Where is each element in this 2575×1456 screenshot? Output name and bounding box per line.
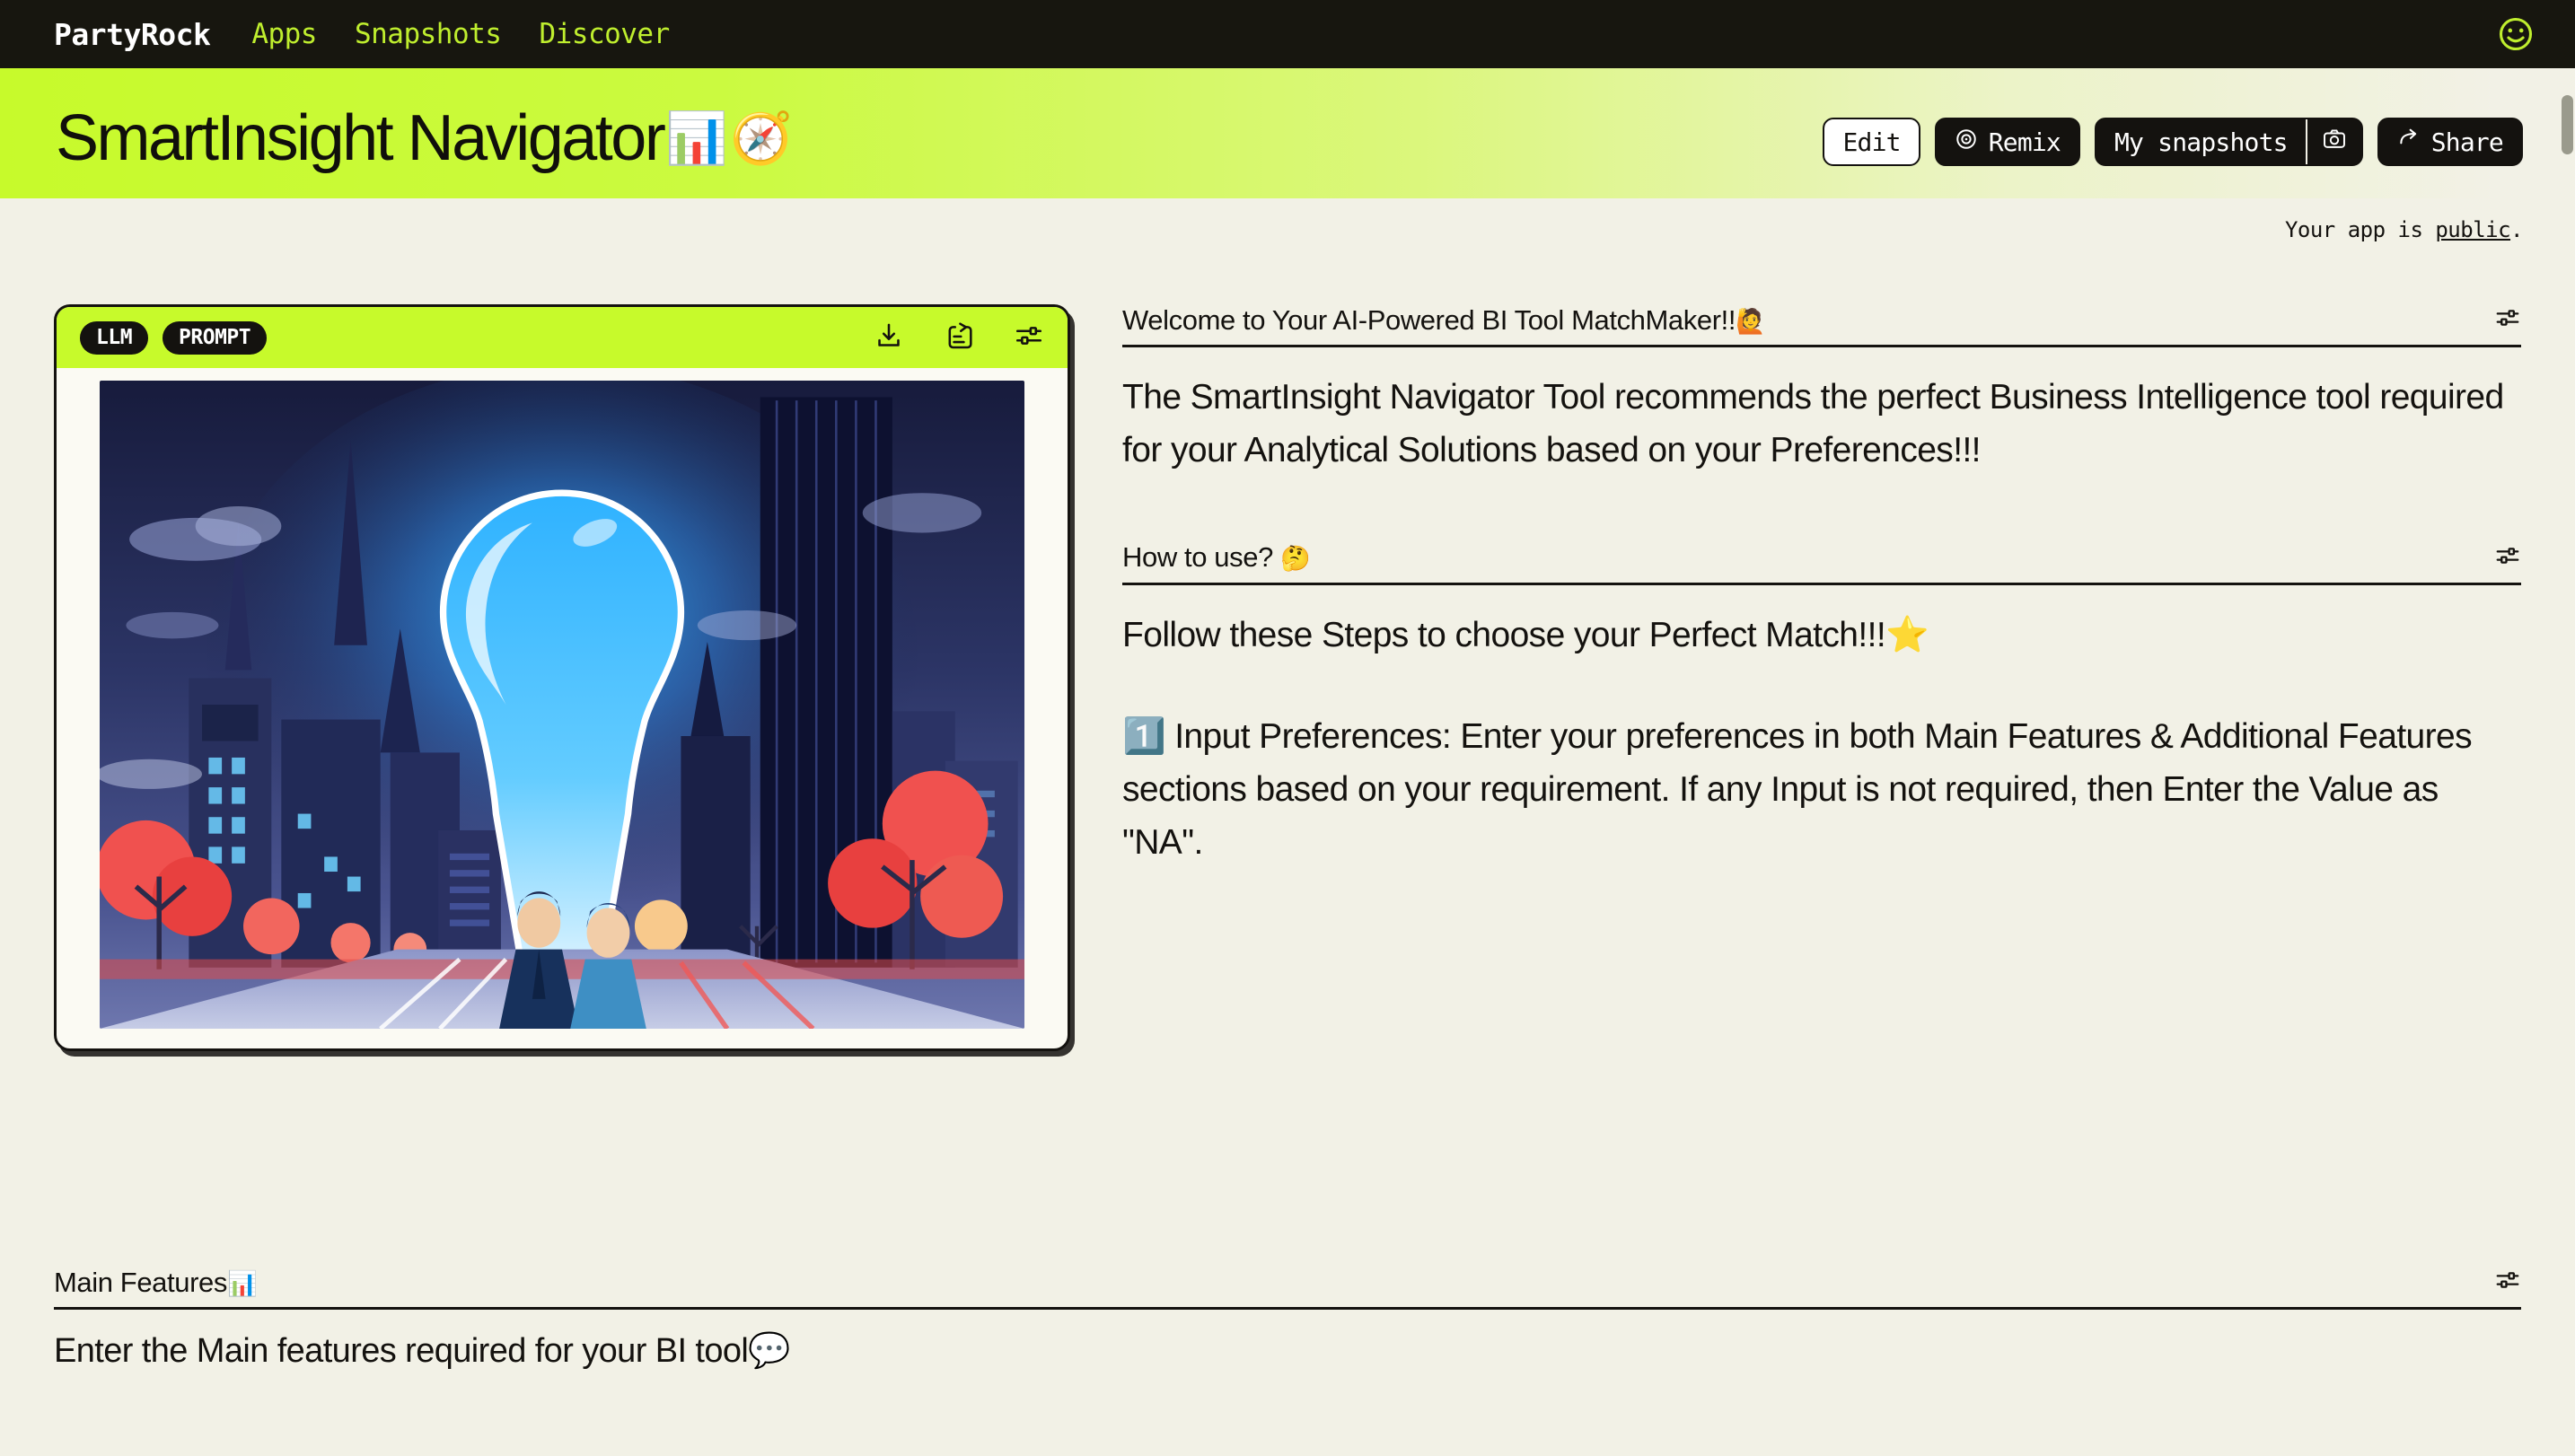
header-actions: Edit Remix My snapshots Share (1823, 118, 2523, 166)
generated-image[interactable] (100, 381, 1024, 1029)
my-snapshots-button[interactable]: My snapshots (2096, 119, 2306, 164)
image-widget-body (57, 368, 1068, 1048)
take-snapshot-button[interactable] (2305, 119, 2361, 164)
main-features-section: Main Features📊 Enter the Main features r… (54, 1267, 2521, 1371)
smiley-face-icon[interactable] (2496, 14, 2535, 54)
section-howto-body: Follow these Steps to choose your Perfec… (1122, 585, 2521, 870)
section-welcome-paragraph: The SmartInsight Navigator Tool recommen… (1122, 378, 2504, 470)
main-features-subtitle: Enter the Main features required for you… (54, 1310, 2521, 1371)
remix-target-icon (1955, 127, 1978, 157)
raising-hand-icon: 🙋 (1736, 307, 1766, 335)
main-features-header: Main Features📊 (54, 1267, 2521, 1310)
share-button[interactable]: Share (2377, 118, 2523, 166)
remix-button-label: Remix (1988, 127, 2061, 157)
section-welcome: Welcome to Your AI-Powered BI Tool Match… (1122, 304, 2521, 478)
section-welcome-header: Welcome to Your AI-Powered BI Tool Match… (1122, 304, 2521, 347)
sliders-settings-icon[interactable] (2494, 542, 2521, 574)
speech-balloon-icon: 💬 (748, 1332, 790, 1370)
image-widget-header: LLM PROMPT (57, 307, 1068, 368)
section-howto-title: How to use? 🤔 (1122, 541, 1311, 574)
prompt-badge: PROMPT (163, 320, 268, 355)
main-features-title: Main Features📊 (54, 1266, 258, 1298)
camera-icon (2322, 127, 2347, 158)
compass-icon: 🧭 (730, 110, 793, 166)
share-button-label: Share (2430, 127, 2504, 157)
right-column: Welcome to Your AI-Powered BI Tool Match… (1122, 304, 2521, 1051)
my-snapshots-label: My snapshots (2114, 127, 2289, 157)
section-howto-header: How to use? 🤔 (1122, 542, 2521, 585)
remix-button[interactable]: Remix (1934, 118, 2080, 166)
main-features-title-text: Main Features (54, 1266, 227, 1298)
snapshots-button-group: My snapshots (2095, 118, 2363, 166)
brand-logo[interactable]: PartyRock (54, 17, 211, 52)
page-scrollbar[interactable] (2559, 68, 2575, 1456)
left-column: LLM PROMPT (54, 304, 1070, 1051)
page-title-text: SmartInsight Navigator (56, 102, 666, 174)
nav-link-apps[interactable]: Apps (251, 18, 317, 50)
section-howto-paragraph-2: 1️⃣ Input Preferences: Enter your prefer… (1122, 716, 2473, 863)
section-welcome-title: Welcome to Your AI-Powered BI Tool Match… (1122, 303, 1766, 336)
send-to-prompt-icon[interactable] (944, 320, 974, 355)
edit-button-label: Edit (1842, 127, 1901, 157)
sliders-settings-icon[interactable] (1014, 320, 1044, 355)
share-arrow-icon (2397, 127, 2421, 157)
image-widget-card: LLM PROMPT (54, 304, 1070, 1051)
sliders-settings-icon[interactable] (2494, 1267, 2521, 1298)
sliders-settings-icon[interactable] (2494, 304, 2521, 336)
section-howto: How to use? 🤔 Follow these Steps to choo… (1122, 542, 2521, 870)
section-welcome-body: The SmartInsight Navigator Tool recommen… (1122, 347, 2521, 478)
bar-chart-icon: 📊 (226, 1269, 258, 1297)
section-howto-paragraph-1: Follow these Steps to choose your Perfec… (1122, 615, 1929, 654)
two-column-layout: LLM PROMPT Welcome to Your AI-Powered BI… (54, 198, 2521, 1051)
bar-chart-icon: 📊 (665, 110, 729, 166)
edit-button[interactable]: Edit (1823, 118, 1920, 166)
page-title: SmartInsight Navigator 📊 🧭 (56, 101, 793, 175)
nav-link-discover[interactable]: Discover (539, 18, 670, 50)
section-howto-title-text: How to use? (1122, 541, 1281, 574)
top-navigation-bar: PartyRock Apps Snapshots Discover (0, 0, 2575, 68)
thinking-face-icon: 🤔 (1280, 545, 1311, 573)
download-icon[interactable] (874, 320, 904, 355)
nav-link-snapshots[interactable]: Snapshots (355, 18, 502, 50)
scrollbar-thumb[interactable] (2562, 95, 2573, 154)
main-features-subtitle-text: Enter the Main features required for you… (54, 1332, 749, 1370)
llm-badge: LLM (80, 320, 149, 355)
app-header-band: SmartInsight Navigator 📊 🧭 Edit Remix My s… (0, 68, 2575, 242)
app-body: LLM PROMPT Welcome to Your AI-Powered BI… (0, 198, 2575, 1456)
section-welcome-title-text: Welcome to Your AI-Powered BI Tool Match… (1122, 303, 1736, 336)
